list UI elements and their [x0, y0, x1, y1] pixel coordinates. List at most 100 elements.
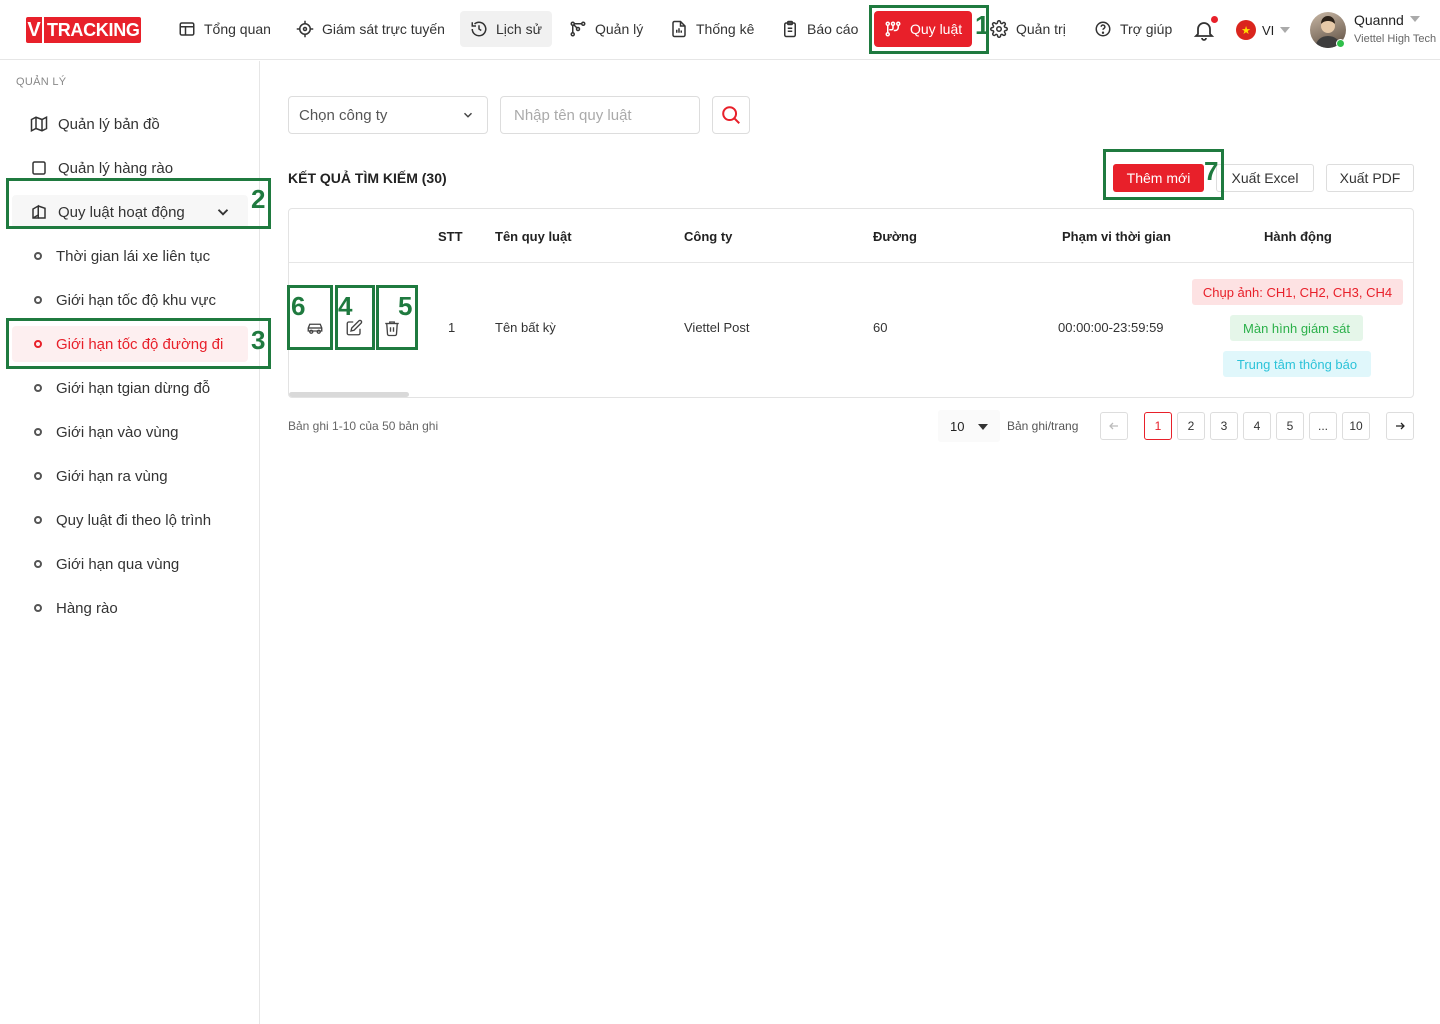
chevron-down-icon[interactable] [1410, 16, 1420, 22]
page-button[interactable]: 2 [1177, 412, 1205, 440]
user-organization: Viettel High Tech [1354, 33, 1437, 45]
sidebar-subitem-road-speed[interactable]: Giới hạn tốc độ đường đi [12, 326, 248, 362]
help-icon [1095, 21, 1111, 37]
sidebar-section-title: QUẢN LÝ [16, 76, 67, 88]
chart-file-icon [672, 20, 686, 38]
vehicle-icon[interactable] [306, 319, 324, 337]
gear-icon [990, 20, 1008, 38]
bullet-icon [34, 604, 42, 612]
prev-page-button[interactable] [1100, 412, 1128, 440]
edit-icon[interactable] [345, 319, 363, 337]
caret-down-icon [978, 424, 988, 430]
nav-bao-cao[interactable]: Báo cáo [771, 11, 868, 47]
chevron-down-icon [1280, 27, 1291, 33]
sidebar-subitem-fence[interactable]: Hàng rào [12, 590, 248, 626]
page-size-select[interactable]: 10 [938, 410, 1000, 442]
bullet-icon [34, 516, 42, 524]
page-button[interactable]: 1 [1144, 412, 1172, 440]
column-header-stt: STT [438, 229, 463, 244]
page-button[interactable]: 5 [1276, 412, 1304, 440]
column-header-time-range: Phạm vi thời gian [1062, 229, 1171, 244]
per-page-label: Bản ghi/trang [1007, 419, 1079, 433]
annotation-number: 5 [398, 291, 413, 321]
bullet-icon [34, 296, 42, 304]
sidebar-subitem-continuous-driving[interactable]: Thời gian lái xe liên tục [12, 238, 248, 274]
add-new-button[interactable]: Thêm mới [1113, 164, 1204, 192]
arrow-left-icon [1109, 422, 1118, 430]
page-size-value: 10 [950, 418, 965, 434]
action-tag-monitor: Màn hình giám sát [1230, 315, 1363, 341]
export-pdf-button[interactable]: Xuất PDF [1326, 164, 1414, 192]
rule-map-icon [32, 204, 46, 219]
nav-lich-su[interactable]: Lịch sử [460, 11, 552, 47]
nav-label: Quản lý [595, 21, 644, 37]
notification-bell[interactable] [1192, 16, 1218, 47]
page-button[interactable]: 4 [1243, 412, 1271, 440]
sidebar-subitem-zone-pass[interactable]: Giới hạn qua vùng [12, 546, 248, 582]
sidebar-item-map[interactable]: Quản lý bản đồ [12, 107, 248, 141]
sidebar-subitem-zone-exit[interactable]: Giới hạn ra vùng [12, 458, 248, 494]
nav-label: Trợ giúp [1120, 21, 1173, 37]
action-tag-notification: Trung tâm thông báo [1223, 351, 1371, 377]
next-page-button[interactable] [1386, 412, 1414, 440]
sidebar-item-label: Quản lý bản đồ [58, 115, 160, 133]
sidebar-subitem-zone-enter[interactable]: Giới hạn vào vùng [12, 414, 248, 450]
nav-quy-luat[interactable]: Quy luật [874, 11, 973, 47]
results-title: KẾT QUẢ TÌM KIẾM (30) [288, 170, 447, 186]
bullet-icon [34, 340, 42, 348]
rule-name-input[interactable] [500, 96, 700, 134]
cell-name: Tên bất kỳ [495, 320, 556, 335]
sidebar-subitem-label: Hàng rào [56, 599, 118, 617]
nav-label: Tổng quan [204, 21, 271, 37]
nav-label: Báo cáo [807, 21, 859, 37]
sidebar-subitem-label: Giới hạn tốc độ khu vực [56, 291, 216, 309]
chevron-down-icon [463, 112, 473, 118]
annotation-number: 4 [338, 291, 353, 321]
company-select[interactable]: Chọn công ty [288, 96, 488, 134]
nav-giam-sat[interactable]: Giám sát trực tuyến [286, 11, 455, 47]
nav-label: Giám sát trực tuyến [322, 21, 445, 37]
cell-company: Viettel Post [684, 320, 750, 335]
nav-label: Quản trị [1016, 21, 1066, 37]
nav-thong-ke[interactable]: Thống kê [660, 11, 764, 47]
search-button[interactable] [712, 96, 750, 134]
sidebar-subitem-stop-time[interactable]: Giới hạn tgian dừng đỗ [12, 370, 248, 406]
records-info: Bản ghi 1-10 của 50 bản ghi [288, 419, 439, 433]
cell-stt: 1 [448, 320, 456, 335]
bullet-icon [34, 252, 42, 260]
route-icon [570, 21, 586, 37]
online-status-dot [1336, 39, 1345, 48]
nav-tro-giup[interactable]: Trợ giúp [1084, 11, 1182, 47]
app-logo[interactable]: V TRACKING [26, 17, 141, 43]
nav-label: Quy luật [910, 21, 963, 37]
sidebar-item-label: Quản lý hàng rào [58, 159, 174, 177]
sidebar-subitem-label: Giới hạn tốc độ đường đi [56, 335, 224, 353]
column-header-actions: Hành động [1264, 229, 1332, 244]
sidebar-subitem-route-rule[interactable]: Quy luật đi theo lộ trình [12, 502, 248, 538]
column-header-company: Công ty [684, 229, 733, 244]
bullet-icon [34, 560, 42, 568]
nav-quan-tri[interactable]: Quản trị [980, 11, 1076, 47]
column-header-name: Tên quy luật [495, 229, 572, 244]
horizontal-scrollbar[interactable] [289, 392, 409, 397]
sidebar-item-rules[interactable]: Quy luật hoạt động [12, 195, 248, 229]
action-tag-capture: Chụp ảnh: CH1, CH2, CH3, CH4 [1192, 279, 1403, 305]
dashboard-icon [179, 22, 195, 36]
nav-label: Thống kê [696, 21, 755, 37]
export-excel-button[interactable]: Xuất Excel [1216, 164, 1314, 192]
annotation-number: 6 [291, 291, 306, 321]
logo-text: TRACKING [47, 19, 140, 40]
user-name[interactable]: Quannd [1354, 12, 1404, 28]
nav-tong-quan[interactable]: Tổng quan [168, 11, 281, 47]
nav-quan-ly[interactable]: Quản lý [559, 11, 653, 47]
sidebar-subitem-area-speed[interactable]: Giới hạn tốc độ khu vực [12, 282, 248, 318]
bullet-icon [34, 384, 42, 392]
sidebar-item-label: Quy luật hoạt động [58, 203, 185, 221]
notification-dot [1211, 16, 1218, 23]
trash-icon[interactable] [383, 319, 401, 337]
sidebar-item-fence[interactable]: Quản lý hàng rào [12, 151, 248, 185]
language-selector[interactable]: ★ VI [1236, 20, 1291, 40]
page-ellipsis: ... [1309, 412, 1337, 440]
page-button[interactable]: 3 [1210, 412, 1238, 440]
page-button[interactable]: 10 [1342, 412, 1370, 440]
